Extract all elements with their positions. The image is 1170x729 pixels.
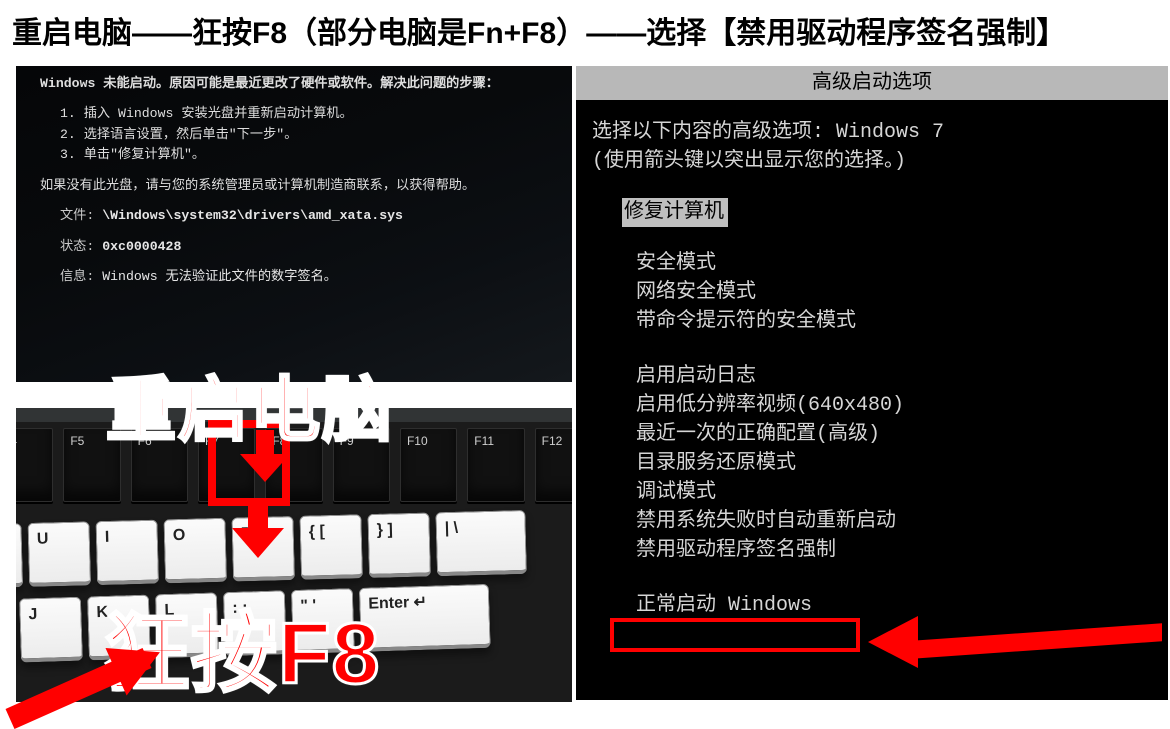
key-f9: F9 [333,428,390,502]
boot-repair[interactable]: 修复计算机 [622,198,728,227]
key-quote: " ' [291,588,355,654]
key-i: I [95,520,159,586]
boot-line2: (使用箭头键以突出显示您的选择。) [592,147,1158,176]
boot-opt-safemode-cmd[interactable]: 带命令提示符的安全模式 [592,307,1158,336]
key-f6: F6 [131,428,188,502]
boot-line1: 选择以下内容的高级选项: Windows 7 [592,118,1158,147]
key-backslash: | \ [435,510,527,576]
boot-opt-lastknown[interactable]: 最近一次的正确配置(高级) [592,420,1158,449]
boot-title: 高级启动选项 [576,66,1168,100]
error-step3: 3. 单击"修复计算机"。 [40,145,552,165]
left-column: Windows 未能启动。原因可能是最近更改了硬件或软件。解决此问题的步骤： 1… [16,66,568,702]
boot-opt-noautorestart[interactable]: 禁用系统失败时自动重新启动 [592,507,1158,536]
error-status: 状态: 0xc0000428 [40,237,552,257]
advanced-boot-options-screen: 高级启动选项 选择以下内容的高级选项: Windows 7 (使用箭头键以突出显… [576,66,1168,700]
error-step1: 1. 插入 Windows 安装光盘并重新启动计算机。 [40,104,552,124]
keyboard-photo: F4 F5 F6 F7 F8 F9 F10 F11 F12 U I O P { … [16,408,572,702]
key-l: L [155,592,219,658]
key-bracket-l: { [ [299,514,363,580]
key-f5: F5 [63,428,120,502]
key-f11: F11 [467,428,524,502]
boot-opt-debug[interactable]: 调试模式 [592,478,1158,507]
key-u: U [27,521,91,587]
page-title: 重启电脑——狂按F8（部分电脑是Fn+F8）——选择【禁用驱动程序签名强制】 [0,0,1170,66]
boot-opt-disable-driver-sig[interactable]: 禁用驱动程序签名强制 [592,536,1158,565]
error-file: 文件: \Windows\system32\drivers\amd_xata.s… [40,206,552,226]
keyboard-fn-row: F4 F5 F6 F7 F8 F9 F10 F11 F12 [16,428,572,502]
boot-opt-blank [592,336,1158,362]
boot-opt-lowres[interactable]: 启用低分辨率视频(640x480) [592,391,1158,420]
boot-opt-safemode-net[interactable]: 网络安全模式 [592,278,1158,307]
error-header: Windows 未能启动。原因可能是最近更改了硬件或软件。解决此问题的步骤： [40,74,552,94]
boot-opt-bootlog[interactable]: 启用启动日志 [592,362,1158,391]
error-nocd: 如果没有此光盘，请与您的系统管理员或计算机制造商联系，以获得帮助。 [40,176,552,196]
key-f12: F12 [535,428,572,502]
key-f10: F10 [400,428,457,502]
disable-driver-sig-highlight [610,618,860,652]
error-info: 信息: Windows 无法验证此文件的数字签名。 [40,267,552,287]
key-semicolon: : ; [223,590,287,656]
right-column: 高级启动选项 选择以下内容的高级选项: Windows 7 (使用箭头键以突出显… [576,66,1158,702]
key-o: O [163,518,227,584]
key-bracket-r: } ] [367,512,431,578]
error-step2: 2. 选择语言设置，然后单击"下一步"。 [40,125,552,145]
key-f4: F4 [16,428,53,502]
key-j: J [19,597,83,663]
key-enter: Enter ↵ [359,584,491,652]
windows-error-screen: Windows 未能启动。原因可能是最近更改了硬件或软件。解决此问题的步骤： 1… [16,66,572,382]
boot-opt-blank2 [592,565,1158,591]
boot-opt-safemode[interactable]: 安全模式 [592,249,1158,278]
boot-opt-dsrestore[interactable]: 目录服务还原模式 [592,449,1158,478]
